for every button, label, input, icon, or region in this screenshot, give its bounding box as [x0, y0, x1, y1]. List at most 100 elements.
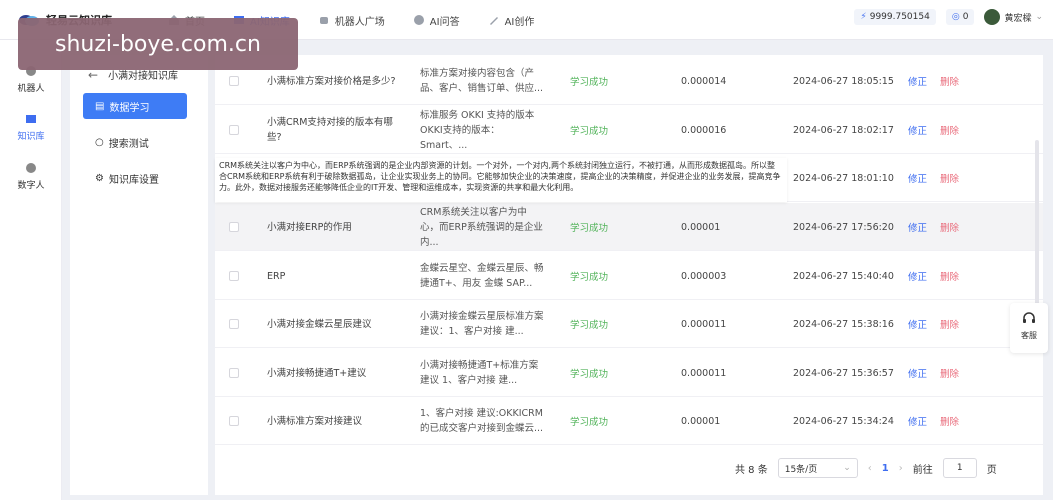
chat-icon	[413, 15, 424, 25]
row-checkbox[interactable]	[229, 252, 239, 300]
delete-link[interactable]: 删除	[940, 252, 959, 300]
table-row[interactable]: 小满对接ERP的作用 CRM系统关注以客户为中心，而ERP系统强调的是企业内..…	[215, 203, 1043, 251]
delete-link[interactable]: 删除	[940, 349, 959, 397]
pen-icon	[489, 17, 498, 25]
rail-item-knowledge[interactable]: 知识库	[0, 113, 62, 142]
row-time: 2024-06-27 15:36:57	[793, 367, 894, 379]
row-status: 学习成功	[570, 320, 609, 331]
table-row[interactable]: 小满对接畅捷通T+建议 小满对接畅捷通T+标准方案建议 1、客户对接 建... …	[215, 349, 1043, 397]
credits-badge[interactable]: ⚡ 9999.750154	[854, 9, 936, 25]
row-title: 小满CRM支持对接的版本有哪些?	[267, 117, 393, 143]
chevron-down-icon: ⌄	[1035, 12, 1043, 22]
nav-ai-create[interactable]: AI创作	[488, 13, 535, 28]
row-time: 2024-06-27 18:01:10	[793, 172, 894, 184]
table-row[interactable]: 小满对接金蝶云星辰建议 小满对接金蝶云星辰标准方案建议：1、客户对接 建... …	[215, 300, 1043, 348]
row-content: CRM系统关注以客户为中心，而ERP系统强调的是企业内...	[420, 206, 543, 248]
messages-badge[interactable]: ◎ 0	[945, 9, 975, 25]
lightning-icon: ⚡	[860, 12, 867, 22]
total-count: 共 8 条	[735, 464, 768, 476]
row-value: 0.00001	[681, 221, 721, 233]
row-time: 2024-06-27 17:56:20	[793, 221, 894, 233]
menu-data-learning-label: 数据学习	[109, 102, 150, 114]
menu-data-learning[interactable]: ▤ 数据学习	[83, 93, 187, 119]
user-menu[interactable]: 黄宏樑 ⌄	[984, 9, 1043, 25]
page-size-value: 15条/页	[784, 464, 818, 475]
edit-link[interactable]: 修正	[908, 300, 927, 348]
row-value: 0.000016	[681, 124, 727, 136]
menu-search-test[interactable]: ○ 搜索测试	[83, 129, 187, 155]
row-value: 0.000011	[681, 367, 727, 379]
row-value: 0.00001	[681, 415, 721, 427]
row-content: 金蝶云星空、金蝶云星辰、畅捷通T+、用友 金蝶 SAP...	[420, 263, 544, 289]
nav-robot-square[interactable]: 机器人广场	[318, 13, 385, 28]
rail-digital-human-label: 数字人	[17, 181, 45, 191]
headset-icon	[1023, 312, 1035, 323]
avatar	[984, 9, 1001, 25]
nav-ai-create-label: AI创作	[504, 16, 535, 28]
delete-link[interactable]: 删除	[940, 106, 959, 154]
row-status: 学习成功	[570, 369, 609, 380]
edit-link[interactable]: 修正	[908, 154, 927, 202]
row-status: 学习成功	[570, 272, 609, 283]
menu-kb-settings[interactable]: ⚙ 知识库设置	[83, 165, 187, 191]
credits-value: 9999.750154	[869, 12, 930, 22]
edit-link[interactable]: 修正	[908, 349, 927, 397]
row-content: 小满对接金蝶云星辰标准方案建议：1、客户对接 建...	[420, 311, 544, 337]
table-row[interactable]: 小满标准方案对接建议 1、客户对接 建议:OKKICRM的已成交客户对接到金蝶云…	[215, 397, 1043, 445]
menu-search-test-label: 搜索测试	[108, 138, 149, 150]
row-title: 小满对接金蝶云星辰建议	[267, 318, 372, 330]
delete-link[interactable]: 删除	[940, 300, 959, 348]
table-row[interactable]: 小满CRM支持对接的版本有哪些? 标准服务 OKKI 支持的版本 OKKI支持的…	[215, 106, 1043, 154]
pagination: 共 8 条 15条/页 ⌄ ‹ 1 › 前往 1 页	[735, 458, 997, 478]
row-checkbox[interactable]	[229, 300, 239, 348]
table-row[interactable]: ERP 金蝶云星空、金蝶云星辰、畅捷通T+、用友 金蝶 SAP... 学习成功 …	[215, 252, 1043, 300]
edit-link[interactable]: 修正	[908, 203, 927, 251]
delete-link[interactable]: 删除	[940, 203, 959, 251]
page-size-select[interactable]: 15条/页 ⌄	[777, 458, 858, 478]
delete-link[interactable]: 删除	[940, 397, 959, 445]
user-name: 黄宏樑	[1004, 13, 1032, 24]
rail-robot-label: 机器人	[17, 84, 45, 94]
chevron-down-icon: ⌄	[843, 463, 851, 473]
next-page-icon[interactable]: ›	[899, 463, 903, 474]
menu-kb-settings-label: 知识库设置	[108, 174, 159, 186]
message-icon: ◎	[951, 12, 960, 22]
search-icon: ○	[95, 136, 104, 148]
edit-link[interactable]: 修正	[908, 252, 927, 300]
delete-link[interactable]: 删除	[940, 154, 959, 202]
row-value: 0.000003	[681, 270, 727, 282]
nav-ai-qa-label: AI问答	[429, 16, 460, 28]
row-checkbox[interactable]	[229, 203, 239, 251]
header-tools: ⚡ 9999.750154 ◎ 0 黄宏樑 ⌄	[854, 9, 1043, 25]
gear-icon: ⚙	[95, 172, 104, 184]
row-checkbox[interactable]	[229, 106, 239, 154]
messages-count: 0	[962, 12, 969, 22]
current-page[interactable]: 1	[882, 463, 889, 474]
nav-ai-qa[interactable]: AI问答	[413, 13, 460, 28]
edit-link[interactable]: 修正	[908, 57, 927, 105]
table-row[interactable]: 小满标准方案对接价格是多少? 标准方案对接内容包含（产品、客户、销售订单、供应.…	[215, 57, 1043, 105]
row-checkbox[interactable]	[229, 397, 239, 445]
row-title: ERP	[267, 270, 286, 282]
row-time: 2024-06-27 15:34:24	[793, 415, 894, 427]
watermark: shuzi-boye.com.cn	[18, 18, 298, 70]
nav-robot-square-label: 机器人广场	[334, 16, 385, 28]
edit-link[interactable]: 修正	[908, 397, 927, 445]
content-tooltip: CRM系统关注以客户为中心，而ERP系统强调的是企业内部资源的计划。一个对外，一…	[215, 158, 787, 202]
data-table-panel: 小满标准方案对接价格是多少? 标准方案对接内容包含（产品、客户、销售订单、供应.…	[215, 55, 1043, 495]
knowledge-base-menu: ← 小满对接知识库 ▤ 数据学习 ○ 搜索测试 ⚙ 知识库设置	[70, 55, 208, 495]
rail-item-digital-human[interactable]: 数字人	[0, 162, 62, 191]
edit-link[interactable]: 修正	[908, 106, 927, 154]
rail-knowledge-label: 知识库	[17, 132, 45, 142]
row-status: 学习成功	[570, 77, 609, 88]
prev-page-icon[interactable]: ‹	[868, 463, 872, 474]
goto-page-input[interactable]: 1	[942, 458, 977, 478]
row-checkbox[interactable]	[229, 349, 239, 397]
row-status: 学习成功	[570, 126, 609, 137]
row-time: 2024-06-27 15:38:16	[793, 318, 894, 330]
book-icon	[26, 115, 36, 123]
customer-service-button[interactable]: 客服	[1010, 303, 1048, 353]
delete-link[interactable]: 删除	[940, 57, 959, 105]
robot-icon	[319, 17, 328, 24]
document-icon: ▤	[95, 100, 105, 112]
